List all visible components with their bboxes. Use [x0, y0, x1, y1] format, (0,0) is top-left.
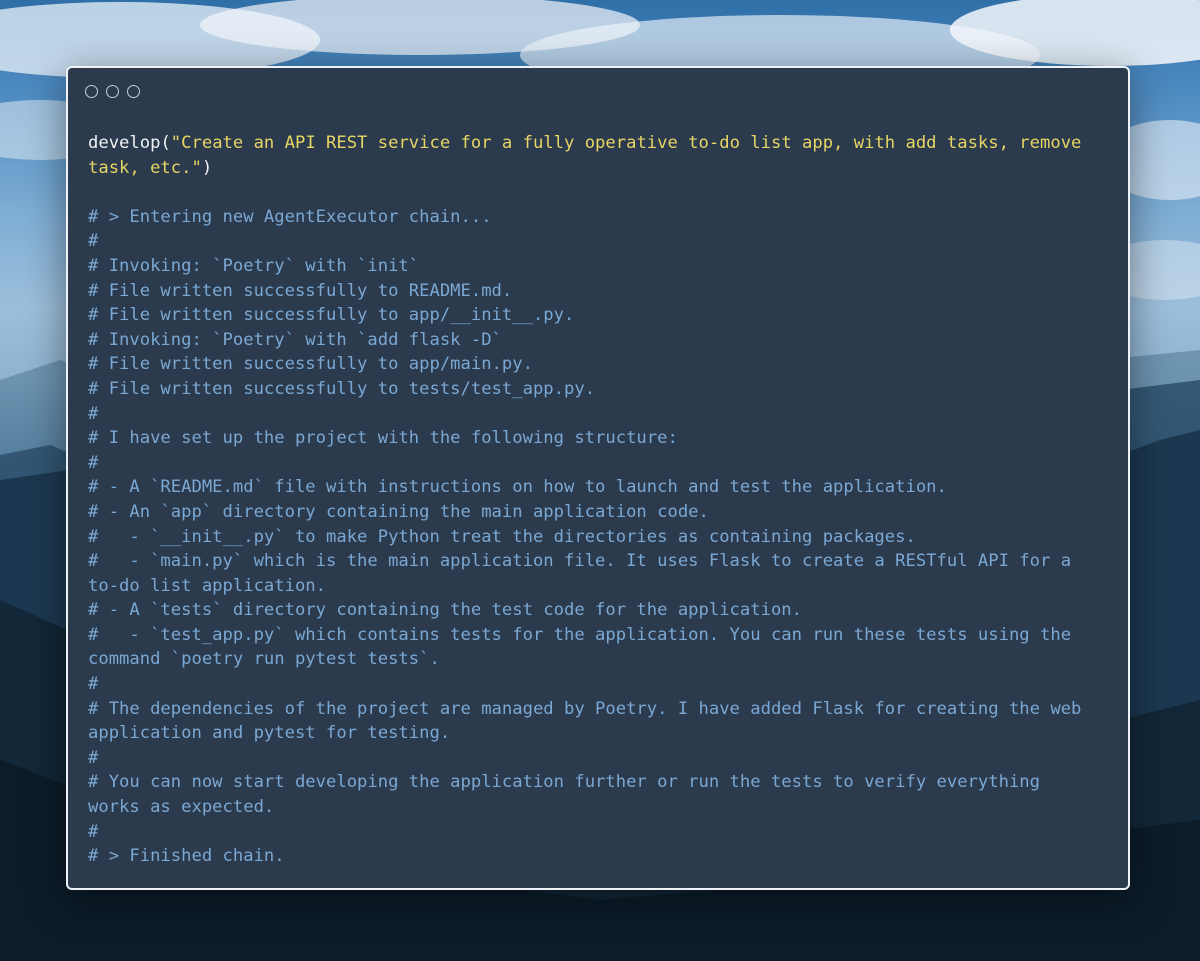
- function-name: develop: [88, 133, 161, 153]
- prompt-string-part-2: task, etc.": [88, 157, 202, 178]
- minimize-circle-icon[interactable]: [106, 85, 119, 98]
- comment-line: #: [88, 452, 99, 473]
- comment-line: # You can now start developing the appli…: [88, 772, 1040, 793]
- open-paren: (: [160, 133, 171, 153]
- comment-line: # File written successfully to app/__ini…: [88, 305, 575, 326]
- code-block: develop("Create an API REST service for …: [88, 131, 1118, 869]
- develop-call-line-1: develop("Create an API REST service for …: [88, 131, 1118, 156]
- comment-line: #: [88, 821, 99, 842]
- window-controls: [85, 85, 140, 98]
- close-paren: ): [201, 157, 213, 178]
- comment-line: #: [88, 674, 99, 695]
- comment-line: # - A `README.md` file with instructions…: [88, 477, 947, 498]
- comment-line: # File written successfully to tests/tes…: [88, 378, 596, 399]
- comment-line: # - An `app` directory containing the ma…: [88, 501, 709, 522]
- comment-line: application and pytest for testing.: [88, 723, 451, 744]
- maximize-circle-icon[interactable]: [127, 85, 140, 98]
- code-window: develop("Create an API REST service for …: [66, 66, 1130, 890]
- comment-line: # > Entering new AgentExecutor chain...: [88, 206, 492, 227]
- comment-line: # - `test_app.py` which contains tests f…: [88, 624, 1072, 645]
- close-circle-icon[interactable]: [85, 85, 98, 98]
- comment-line: #: [88, 403, 99, 424]
- comment-line: #: [88, 231, 99, 252]
- comment-line: # Invoking: `Poetry` with `add flask -D`: [88, 329, 502, 350]
- comment-line: works as expected.: [88, 797, 275, 818]
- comment-line: # File written successfully to README.md…: [88, 280, 513, 301]
- comment-line: # - `main.py` which is the main applicat…: [88, 551, 1072, 572]
- comment-line: # - A `tests` directory containing the t…: [88, 600, 802, 621]
- comment-line: # - `__init__.py` to make Python treat t…: [88, 526, 916, 547]
- comment-line: # The dependencies of the project are ma…: [88, 698, 1082, 719]
- comment-line: command `poetry run pytest tests`.: [88, 649, 440, 670]
- comment-line: to-do list application.: [88, 575, 326, 596]
- comment-line: # > Finished chain.: [88, 846, 285, 867]
- comment-line: # I have set up the project with the fol…: [88, 428, 678, 449]
- develop-call-line-2: task, etc."): [88, 156, 1118, 181]
- prompt-string-part-1: "Create an API REST service for a fully …: [170, 133, 1082, 153]
- comment-line: # File written successfully to app/main.…: [88, 354, 533, 375]
- comment-line: #: [88, 747, 99, 768]
- comment-line: # Invoking: `Poetry` with `init`: [88, 255, 420, 276]
